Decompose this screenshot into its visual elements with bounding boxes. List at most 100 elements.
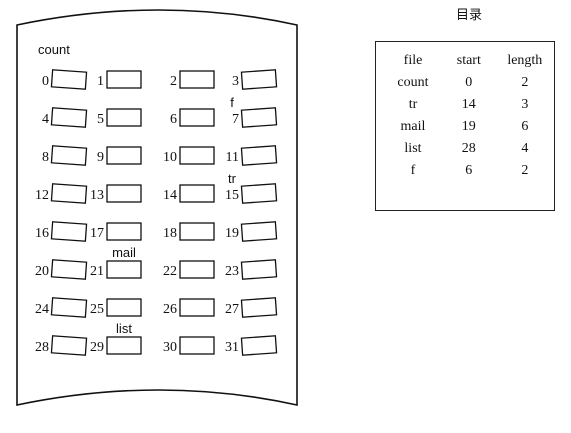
block-frame xyxy=(106,70,142,89)
block-frame xyxy=(179,260,215,279)
block-number: 21 xyxy=(90,264,104,279)
file-label: tr xyxy=(228,171,237,186)
block-number: 16 xyxy=(35,226,49,241)
entry-start: 6 xyxy=(465,163,473,178)
block-number: 20 xyxy=(35,264,49,279)
block-frame xyxy=(50,297,88,318)
directory-row: mail 19 6 xyxy=(384,116,554,138)
disk-block: 1 xyxy=(97,70,142,89)
block-number: 17 xyxy=(90,226,104,241)
entry-file: tr xyxy=(408,97,418,112)
file-label: f xyxy=(230,95,234,110)
block-frame xyxy=(240,69,278,90)
block-frame xyxy=(50,221,88,242)
block-number: 6 xyxy=(170,112,177,127)
block-frame xyxy=(50,69,88,90)
disk-block: 30 xyxy=(163,336,215,355)
disk-block: 9 xyxy=(97,146,142,165)
disk-block: 2 xyxy=(170,70,215,89)
disk-block: 5 xyxy=(97,108,142,127)
block-frame xyxy=(106,184,142,203)
block-frame xyxy=(50,335,88,356)
entry-start: 0 xyxy=(465,75,473,90)
block-number: 23 xyxy=(225,264,239,279)
block-frame xyxy=(50,145,88,166)
block-frame xyxy=(50,259,88,280)
block-frame xyxy=(106,260,142,279)
block-number: 0 xyxy=(42,74,49,89)
block-number: 3 xyxy=(232,74,239,89)
block-number: 1 xyxy=(97,74,104,89)
block-frame xyxy=(106,336,142,355)
header-length: length xyxy=(507,53,543,68)
entry-length: 6 xyxy=(521,119,529,134)
disk-block: 25 xyxy=(90,298,142,317)
block-number: 26 xyxy=(163,302,177,317)
block-number: 2 xyxy=(170,74,177,89)
block-frame xyxy=(240,183,278,204)
entry-start: 14 xyxy=(461,97,476,112)
block-frame xyxy=(179,222,215,241)
block-frame xyxy=(106,222,142,241)
block-number: 29 xyxy=(90,340,104,355)
entry-length: 3 xyxy=(521,97,529,112)
block-number: 19 xyxy=(225,226,239,241)
disk-block: 6 xyxy=(170,108,215,127)
block-frame xyxy=(50,107,88,128)
disk-block: 18 xyxy=(163,222,215,241)
disk-block: 10 xyxy=(163,146,215,165)
block-number: 14 xyxy=(163,188,177,203)
block-number: 13 xyxy=(90,188,104,203)
disk-block: 22 xyxy=(163,260,215,279)
file-label: count xyxy=(38,42,70,57)
directory-row: count 0 2 xyxy=(384,72,554,94)
block-number: 27 xyxy=(225,302,239,317)
block-number: 12 xyxy=(35,188,49,203)
disk-block: 17 xyxy=(90,222,142,241)
block-frame xyxy=(240,297,278,318)
block-number: 25 xyxy=(90,302,104,317)
disk-block: 21 xyxy=(90,260,142,279)
block-number: 30 xyxy=(163,340,177,355)
block-number: 10 xyxy=(163,150,177,165)
block-number: 28 xyxy=(35,340,49,355)
block-frame xyxy=(50,183,88,204)
block-frame xyxy=(106,298,142,317)
block-frame xyxy=(240,145,278,166)
entry-file: f xyxy=(410,163,416,178)
block-number: 4 xyxy=(42,112,49,127)
entry-length: 2 xyxy=(521,163,529,178)
block-frame xyxy=(179,70,215,89)
block-number: 7 xyxy=(232,112,239,127)
entry-file: count xyxy=(397,75,429,90)
header-start: start xyxy=(456,53,481,68)
file-label: mail xyxy=(112,245,136,260)
directory-title: 目录 xyxy=(456,8,483,23)
directory-row: f 6 2 xyxy=(384,160,554,182)
block-number: 31 xyxy=(225,340,239,355)
entry-file: mail xyxy=(400,119,426,134)
entry-file: list xyxy=(404,141,422,156)
block-number: 18 xyxy=(163,226,177,241)
directory-table: file start length count 0 2 tr 14 3 mail… xyxy=(375,41,555,211)
block-number: 15 xyxy=(225,188,239,203)
directory-row: tr 14 3 xyxy=(384,94,554,116)
block-frame xyxy=(179,108,215,127)
entry-length: 4 xyxy=(521,141,529,156)
block-frame xyxy=(106,146,142,165)
block-frame xyxy=(240,259,278,280)
entry-length: 2 xyxy=(521,75,529,90)
block-frame xyxy=(240,335,278,356)
directory-header-row: file start length xyxy=(384,50,554,72)
disk-block: 29 xyxy=(90,336,142,355)
block-number: 8 xyxy=(42,150,49,165)
directory-row: list 28 4 xyxy=(384,138,554,160)
block-number: 5 xyxy=(97,112,104,127)
disk-block: 14 xyxy=(163,184,215,203)
block-number: 9 xyxy=(97,150,104,165)
header-file: file xyxy=(403,53,423,68)
block-frame xyxy=(240,107,278,128)
block-number: 11 xyxy=(226,150,239,165)
block-number: 24 xyxy=(35,302,49,317)
block-frame xyxy=(179,336,215,355)
